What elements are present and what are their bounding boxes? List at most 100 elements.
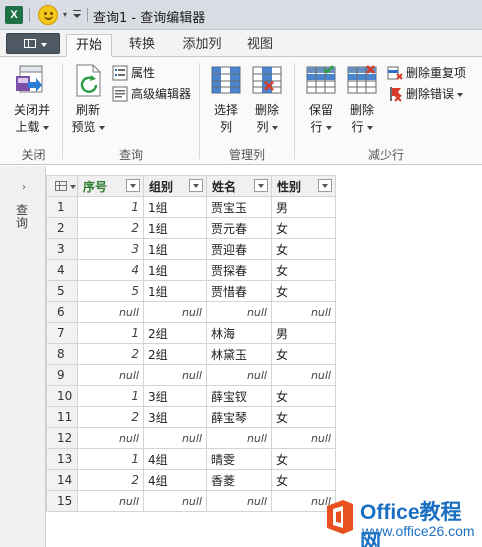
cell-seq[interactable]: 1 [77, 322, 144, 344]
cell-seq[interactable]: 2 [77, 469, 144, 491]
table-row[interactable]: 13 1 4组 晴雯女 [46, 448, 336, 470]
properties-button[interactable]: 属性 [112, 63, 192, 83]
remove-rows-icon[interactable] [347, 65, 377, 97]
table-row[interactable]: 11 2 3组 薛宝琴女 [46, 406, 336, 428]
refresh-preview-label[interactable]: 刷新 [66, 101, 110, 118]
file-menu-button[interactable] [6, 33, 60, 54]
cell-gender[interactable]: 女 [271, 343, 336, 365]
cell-name[interactable]: 薛宝钗 [206, 385, 272, 407]
remove-columns-label[interactable]: 删除 [245, 101, 289, 118]
table-row[interactable]: 9 null null null null [46, 364, 336, 386]
row-number[interactable]: 9 [46, 364, 78, 386]
cell-gender[interactable]: null [271, 427, 336, 449]
cell-gender[interactable]: 女 [271, 385, 336, 407]
chevron-right-icon[interactable]: › [22, 182, 26, 193]
cell-group[interactable]: null [143, 364, 207, 386]
cell-name[interactable]: null [206, 301, 272, 323]
cell-gender[interactable]: 女 [271, 238, 336, 260]
table-row[interactable]: 15 null null null null [46, 490, 336, 512]
cell-group[interactable]: 3组 [143, 385, 207, 407]
row-number[interactable]: 14 [46, 469, 78, 491]
choose-columns-icon[interactable] [211, 65, 241, 97]
cell-seq[interactable]: null [77, 364, 144, 386]
cell-group[interactable]: null [143, 427, 207, 449]
customize-toolbar-icon[interactable] [72, 9, 82, 21]
tab-transform[interactable]: 转换 [120, 34, 164, 57]
cell-gender[interactable]: 女 [271, 280, 336, 302]
row-number[interactable]: 8 [46, 343, 78, 365]
cell-name[interactable]: 贾宝玉 [206, 196, 272, 218]
table-row[interactable]: 4 4 1组 贾探春女 [46, 259, 336, 281]
cell-seq[interactable]: 2 [77, 406, 144, 428]
cell-name[interactable]: 薛宝琴 [206, 406, 272, 428]
cell-seq[interactable]: 2 [77, 343, 144, 365]
data-preview-grid[interactable]: 序号 组别 姓名 性别 1 1 1组 贾宝玉男 2 2 1组 贾元春女 3 3 1组 贾迎春女 4 4 1组… [46, 175, 336, 512]
cell-gender[interactable]: 男 [271, 196, 336, 218]
remove-duplicates-button[interactable]: 删除重复项 [387, 63, 479, 83]
cell-name[interactable]: 香菱 [206, 469, 272, 491]
cell-seq[interactable]: null [77, 427, 144, 449]
row-number[interactable]: 6 [46, 301, 78, 323]
refresh-preview-button[interactable]: 预览 [66, 118, 110, 135]
cell-seq[interactable]: null [77, 301, 144, 323]
table-row[interactable]: 10 1 3组 薛宝钗女 [46, 385, 336, 407]
table-row[interactable]: 5 5 1组 贾惜春女 [46, 280, 336, 302]
remove-columns-button[interactable]: 列 [245, 118, 289, 135]
cell-group[interactable]: 1组 [143, 259, 207, 281]
cell-group[interactable]: 4组 [143, 448, 207, 470]
cell-group[interactable]: 1组 [143, 238, 207, 260]
remove-rows-button[interactable]: 行 [340, 118, 384, 135]
column-header-group[interactable]: 组别 [143, 175, 207, 197]
tab-home[interactable]: 开始 [66, 34, 112, 57]
cell-gender[interactable]: null [271, 364, 336, 386]
keep-rows-label[interactable]: 保留 [299, 101, 343, 118]
cell-gender[interactable]: 女 [271, 448, 336, 470]
cell-name[interactable]: null [206, 364, 272, 386]
column-header-name[interactable]: 姓名 [206, 175, 272, 197]
cell-group[interactable]: 1组 [143, 217, 207, 239]
table-row[interactable]: 1 1 1组 贾宝玉男 [46, 196, 336, 218]
cell-seq[interactable]: 3 [77, 238, 144, 260]
cell-gender[interactable]: 男 [271, 322, 336, 344]
remove-columns-icon[interactable] [252, 65, 282, 97]
cell-seq[interactable]: 1 [77, 448, 144, 470]
cell-group[interactable]: 3组 [143, 406, 207, 428]
queries-pane[interactable]: › 查询 [0, 166, 46, 547]
refresh-preview-icon[interactable] [74, 63, 104, 99]
keep-rows-button[interactable]: 行 [299, 118, 343, 135]
cell-name[interactable]: 林海 [206, 322, 272, 344]
chevron-down-icon[interactable]: ▾ [60, 10, 70, 20]
filter-dropdown-icon[interactable] [254, 179, 268, 192]
cell-seq[interactable]: null [77, 490, 144, 512]
row-number[interactable]: 11 [46, 406, 78, 428]
row-number[interactable]: 5 [46, 280, 78, 302]
remove-rows-label[interactable]: 删除 [340, 101, 384, 118]
row-number[interactable]: 4 [46, 259, 78, 281]
cell-seq[interactable]: 1 [77, 385, 144, 407]
row-number[interactable]: 3 [46, 238, 78, 260]
table-row[interactable]: 6 null null null null [46, 301, 336, 323]
grid-corner-button[interactable] [46, 175, 78, 197]
cell-seq[interactable]: 5 [77, 280, 144, 302]
row-number[interactable]: 10 [46, 385, 78, 407]
row-number[interactable]: 12 [46, 427, 78, 449]
smiley-feedback-icon[interactable] [38, 5, 58, 25]
advanced-editor-button[interactable]: 高级编辑器 [112, 84, 202, 104]
table-row[interactable]: 2 2 1组 贾元春女 [46, 217, 336, 239]
choose-columns-label-2[interactable]: 列 [204, 118, 248, 135]
table-row[interactable]: 8 2 2组 林黛玉女 [46, 343, 336, 365]
table-row[interactable]: 12 null null null null [46, 427, 336, 449]
row-number[interactable]: 13 [46, 448, 78, 470]
keep-rows-icon[interactable] [306, 65, 336, 97]
cell-name[interactable]: null [206, 490, 272, 512]
filter-dropdown-icon[interactable] [318, 179, 332, 192]
tab-view[interactable]: 视图 [239, 34, 281, 57]
cell-gender[interactable]: null [271, 301, 336, 323]
cell-group[interactable]: 1组 [143, 196, 207, 218]
cell-gender[interactable]: 女 [271, 259, 336, 281]
cell-seq[interactable]: 1 [77, 196, 144, 218]
close-and-load-label[interactable]: 关闭并 [10, 101, 54, 118]
column-header-seq[interactable]: 序号 [77, 175, 144, 197]
cell-gender[interactable]: 女 [271, 217, 336, 239]
cell-group[interactable]: 1组 [143, 280, 207, 302]
